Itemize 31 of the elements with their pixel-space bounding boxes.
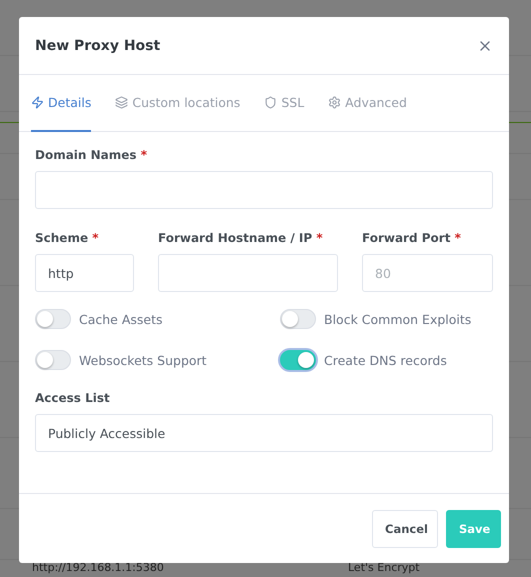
field-label: Domain Names * xyxy=(35,148,148,162)
tab[interactable]: Details xyxy=(31,75,92,132)
toggle-switch[interactable] xyxy=(35,309,71,329)
toggle-switch[interactable] xyxy=(280,309,316,329)
field-label: Access List xyxy=(35,391,111,405)
cancel-button[interactable]: Cancel xyxy=(372,510,438,548)
toggle-label: Create DNS records xyxy=(324,352,447,368)
toggle-label: Websockets Support xyxy=(79,352,207,368)
field-label: Forward Hostname / IP * xyxy=(158,231,324,245)
lightning-icon xyxy=(31,96,44,109)
toggle-label: Block Common Exploits xyxy=(324,312,472,326)
input-field[interactable] xyxy=(35,171,493,209)
settings-icon xyxy=(328,96,342,109)
input-field[interactable] xyxy=(158,254,338,292)
tab[interactable]: SSL xyxy=(264,75,304,132)
layers-icon xyxy=(115,96,128,109)
input-field[interactable]: http xyxy=(35,254,134,292)
toggle-switch[interactable] xyxy=(35,350,71,370)
dialog-title: New Proxy Host xyxy=(35,38,160,54)
shield-icon xyxy=(264,96,278,109)
table-cell-text: http://192.168.1.1:5380 xyxy=(32,560,165,574)
toggle-switch[interactable] xyxy=(280,350,316,370)
table-cell-text: Let's Encrypt xyxy=(348,560,421,574)
field-label: Scheme * xyxy=(35,231,100,245)
field-label: Forward Port * xyxy=(362,231,462,245)
input-field[interactable]: 80 xyxy=(362,254,493,292)
tab[interactable]: Custom locations xyxy=(115,75,240,132)
tab[interactable]: Advanced xyxy=(328,75,407,132)
toggle-label: Cache Assets xyxy=(79,312,163,326)
select-field[interactable]: Publicly Accessible xyxy=(35,414,493,452)
save-button[interactable]: Save xyxy=(446,510,501,548)
